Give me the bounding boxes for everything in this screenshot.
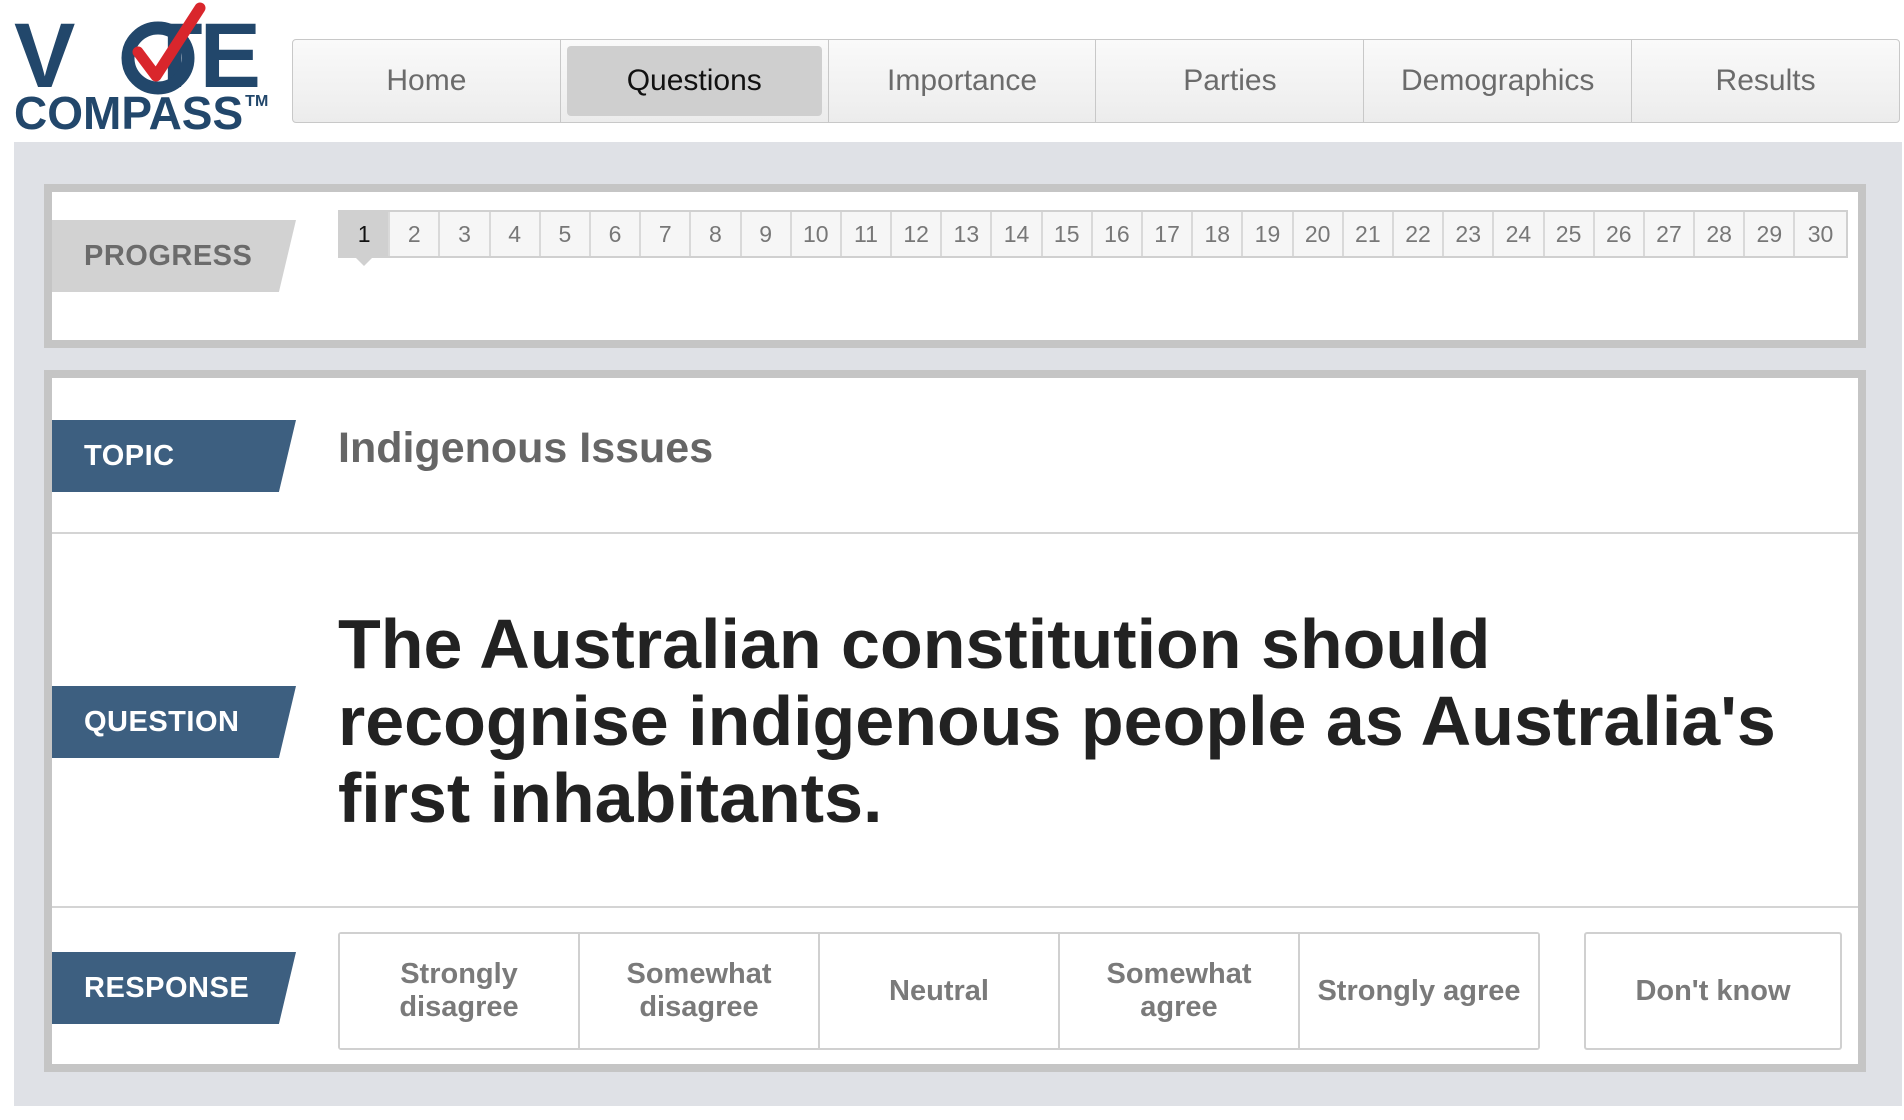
response-scale: Strongly disagree Somewhat disagree Neut… bbox=[338, 932, 1540, 1050]
progress-step-6[interactable]: 6 bbox=[591, 212, 642, 256]
progress-step-3[interactable]: 3 bbox=[440, 212, 491, 256]
progress-step-20[interactable]: 20 bbox=[1294, 212, 1344, 256]
progress-step-10[interactable]: 10 bbox=[792, 212, 842, 256]
topic-label: TOPIC bbox=[52, 420, 296, 492]
nav-parties-label: Parties bbox=[1183, 64, 1277, 97]
progress-step-27[interactable]: 27 bbox=[1645, 212, 1696, 256]
progress-label: PROGRESS bbox=[52, 220, 296, 292]
response-neutral[interactable]: Neutral bbox=[820, 934, 1060, 1048]
progress-step-2[interactable]: 2 bbox=[390, 212, 441, 256]
nav-importance-label: Importance bbox=[887, 64, 1038, 97]
progress-step-29[interactable]: 29 bbox=[1745, 212, 1796, 256]
progress-step-28[interactable]: 28 bbox=[1695, 212, 1746, 256]
progress-step-15[interactable]: 15 bbox=[1043, 212, 1093, 256]
nav-questions-label: Questions bbox=[626, 64, 762, 97]
progress-step-24[interactable]: 24 bbox=[1494, 212, 1545, 256]
nav-results[interactable]: Results bbox=[1632, 40, 1899, 122]
progress-step-12[interactable]: 12 bbox=[892, 212, 943, 256]
response-label: RESPONSE bbox=[52, 952, 296, 1024]
nav-parties[interactable]: Parties bbox=[1096, 40, 1365, 122]
main-nav: Home Questions Importance Parties Demogr… bbox=[292, 39, 1900, 123]
progress-step-11[interactable]: 11 bbox=[842, 212, 893, 256]
question-text: The Australian constitution should recog… bbox=[338, 605, 1776, 837]
nav-home[interactable]: Home bbox=[293, 40, 561, 122]
nav-home-label: Home bbox=[386, 64, 467, 97]
logo-wordmark-compass: COMPASS TM bbox=[14, 90, 268, 136]
trademark-symbol: TM bbox=[245, 93, 269, 110]
progress-step-30[interactable]: 30 bbox=[1795, 212, 1845, 256]
progress-step-13[interactable]: 13 bbox=[942, 212, 993, 256]
response-somewhat-disagree[interactable]: Somewhat disagree bbox=[580, 934, 820, 1048]
progress-step-18[interactable]: 18 bbox=[1193, 212, 1244, 256]
progress-step-16[interactable]: 16 bbox=[1093, 212, 1143, 256]
response-strongly-disagree[interactable]: Strongly disagree bbox=[340, 934, 580, 1048]
response-strongly-agree[interactable]: Strongly agree bbox=[1300, 934, 1538, 1048]
divider bbox=[52, 906, 1858, 908]
nav-questions[interactable]: Questions bbox=[561, 40, 829, 122]
progress-step-21[interactable]: 21 bbox=[1344, 212, 1394, 256]
progress-step-1[interactable]: 1 bbox=[340, 212, 391, 266]
progress-step-23[interactable]: 23 bbox=[1444, 212, 1495, 256]
progress-step-14[interactable]: 14 bbox=[992, 212, 1043, 256]
progress-step-7[interactable]: 7 bbox=[641, 212, 692, 256]
progress-step-25[interactable]: 25 bbox=[1545, 212, 1595, 256]
progress-panel: PROGRESS 1 2 3 4 5 6 7 8 9 10 11 12 13 14 15 16 17 18 19 20… bbox=[44, 184, 1866, 348]
nav-demographics-label: Demographics bbox=[1401, 64, 1595, 97]
divider bbox=[52, 532, 1858, 534]
progress-step-5[interactable]: 5 bbox=[541, 212, 591, 256]
progress-step-26[interactable]: 26 bbox=[1595, 212, 1645, 256]
nav-results-label: Results bbox=[1715, 64, 1816, 97]
progress-steps: 1 2 3 4 5 6 7 8 9 10 11 12 13 14 15 16 17 18 19 20 21 22 23 24 2… bbox=[338, 210, 1848, 266]
topic-value: Indigenous Issues bbox=[338, 424, 714, 472]
progress-step-9[interactable]: 9 bbox=[742, 212, 792, 256]
response-dont-know[interactable]: Don't know bbox=[1584, 932, 1842, 1050]
progress-step-4[interactable]: 4 bbox=[491, 212, 541, 256]
progress-step-19[interactable]: 19 bbox=[1243, 212, 1294, 256]
response-somewhat-agree[interactable]: Somewhat agree bbox=[1060, 934, 1300, 1048]
progress-step-8[interactable]: 8 bbox=[691, 212, 742, 256]
progress-step-22[interactable]: 22 bbox=[1394, 212, 1445, 256]
progress-step-17[interactable]: 17 bbox=[1143, 212, 1194, 256]
question-panel: TOPIC Indigenous Issues QUESTION The Aus… bbox=[44, 370, 1866, 1072]
vote-compass-logo[interactable]: V T E COMPASS TM bbox=[14, 2, 284, 136]
logo-compass-text: COMPASS bbox=[14, 87, 244, 139]
nav-demographics[interactable]: Demographics bbox=[1364, 40, 1633, 122]
question-label: QUESTION bbox=[52, 686, 296, 758]
nav-importance[interactable]: Importance bbox=[829, 40, 1097, 122]
